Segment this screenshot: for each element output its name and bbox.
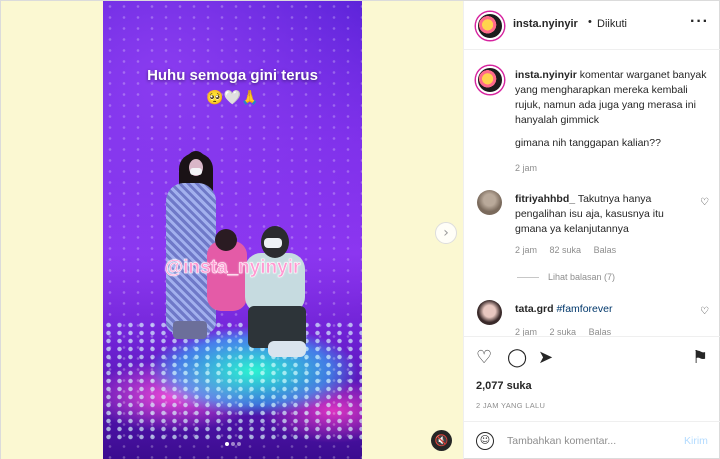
comment-text: fitriyahhbd_ Takutnya hanya pengalihan i… — [515, 192, 695, 237]
commenter-avatar[interactable] — [477, 190, 502, 215]
comment-input[interactable] — [507, 433, 667, 449]
comment-text: tata.grd #famforever — [515, 302, 695, 317]
separator-dot: • — [588, 16, 592, 28]
caption-timestamp[interactable]: 2 jam — [515, 163, 537, 173]
mute-button[interactable]: 🔇 — [431, 430, 452, 451]
view-replies-label: Lihat balasan (7) — [548, 272, 616, 282]
more-options-icon[interactable]: ··· — [690, 13, 709, 31]
emoji-picker-icon[interactable]: ☺ — [476, 432, 494, 450]
author-username[interactable]: insta.nyinyir — [513, 18, 578, 30]
carousel-dot — [230, 442, 235, 446]
comment-like-icon[interactable]: ♡ — [700, 197, 709, 208]
reply-button[interactable]: Balas — [594, 245, 617, 255]
chevron-right-icon: › — [443, 225, 449, 241]
comment-username[interactable]: tata.grd — [515, 303, 554, 315]
face-mask — [264, 238, 282, 248]
next-slide-button[interactable]: › — [435, 222, 457, 244]
media-panel: Huhu semoga gini terus 🥺🤍🙏 @insta_nyinyi… — [1, 1, 464, 459]
carousel-dot — [224, 442, 229, 446]
likes-count[interactable]: 2,077 suka — [476, 380, 532, 392]
caption-text: insta.nyinyir komentar warganet banyak y… — [515, 68, 711, 128]
caption-question: gimana nih tanggapan kalian?? — [515, 137, 661, 149]
pleading-face-icon: 🥺 — [206, 90, 224, 106]
carousel-dot — [236, 442, 241, 446]
comment-time[interactable]: 2 jam — [515, 327, 537, 336]
post-sidebar: insta.nyinyir • Diikuti ··· insta.nyinyi… — [464, 1, 720, 459]
video-overlay-emojis: 🥺🤍🙏 — [103, 90, 362, 106]
comment-composer: ☺ Kirim — [464, 421, 720, 459]
replies-divider — [517, 277, 539, 279]
face-mask — [190, 168, 202, 175]
video-watermark: @insta_nyinyir — [164, 257, 301, 279]
comment-like-icon[interactable]: ♡ — [700, 306, 709, 317]
post-timestamp[interactable]: 2 JAM YANG LALU — [476, 401, 545, 410]
video-overlay-caption: Huhu semoga gini terus — [147, 67, 318, 84]
send-icon[interactable]: ➤ — [538, 348, 553, 368]
caption-username[interactable]: insta.nyinyir — [515, 69, 577, 81]
comment-hashtag[interactable]: #famforever — [556, 303, 612, 315]
bookmark-icon[interactable]: ⚑ — [692, 348, 708, 368]
reply-button[interactable]: Balas — [589, 327, 612, 336]
heart-icon[interactable]: ♡ — [476, 348, 492, 368]
comment-meta: 2 jam 2 suka Balas — [515, 327, 621, 336]
person-legs — [173, 321, 207, 339]
comment-time[interactable]: 2 jam — [515, 245, 537, 255]
caption-avatar[interactable] — [476, 66, 504, 94]
post-comment-button[interactable]: Kirim — [684, 435, 708, 447]
comment-meta: 2 jam 82 suka Balas — [515, 245, 626, 255]
comment-likes[interactable]: 2 suka — [550, 327, 577, 336]
comment-likes[interactable]: 82 suka — [550, 245, 582, 255]
following-button[interactable]: Diikuti — [597, 18, 627, 30]
view-replies-button[interactable]: Lihat balasan (7) — [517, 272, 615, 282]
folded-hands-icon: 🙏 — [241, 90, 259, 106]
post-modal: Huhu semoga gini terus 🥺🤍🙏 @insta_nyinyi… — [0, 0, 720, 459]
author-avatar[interactable] — [476, 12, 504, 40]
post-header: insta.nyinyir • Diikuti ··· — [464, 1, 720, 50]
muted-speaker-icon: 🔇 — [434, 434, 449, 447]
video-player[interactable]: Huhu semoga gini terus 🥺🤍🙏 @insta_nyinyi… — [103, 1, 362, 459]
comment-username[interactable]: fitriyahhbd_ — [515, 193, 575, 205]
carousel-indicator — [103, 433, 362, 451]
comments-list[interactable]: insta.nyinyir komentar warganet banyak y… — [464, 51, 720, 336]
commenter-avatar[interactable] — [477, 300, 502, 325]
child-head — [215, 229, 237, 251]
man-shoes — [268, 341, 306, 357]
comment-bubble-icon[interactable]: ◯ — [507, 348, 527, 368]
light-floor — [103, 321, 362, 441]
white-heart-icon: 🤍 — [223, 90, 242, 106]
